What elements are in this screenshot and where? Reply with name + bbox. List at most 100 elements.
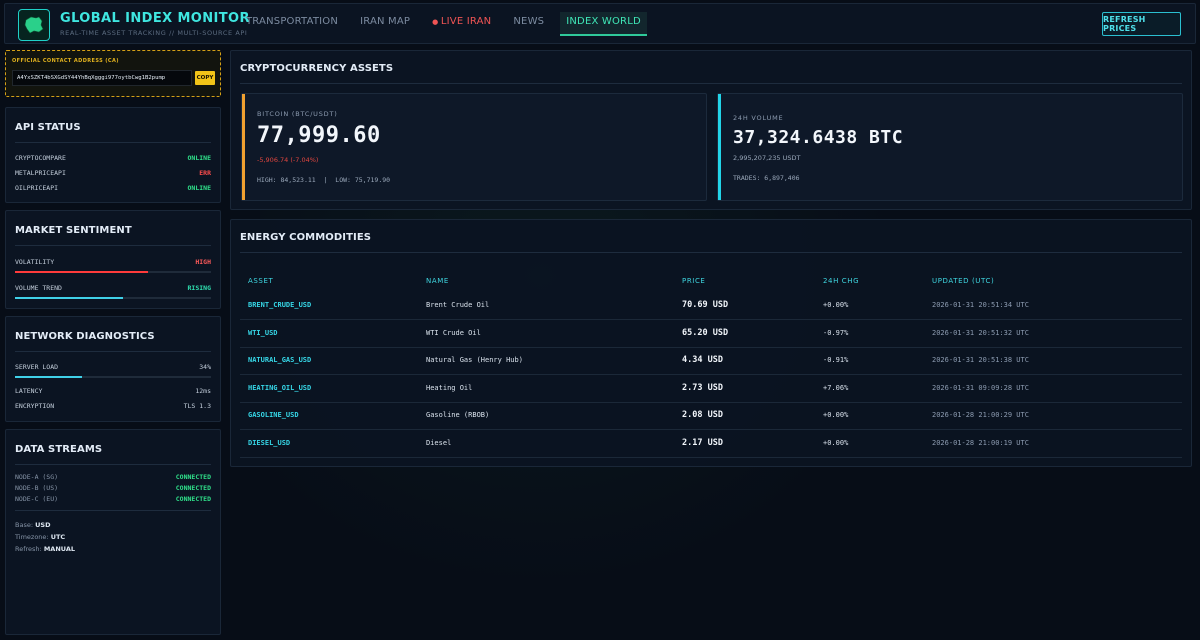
main-nav: TRANSPORTATION IRAN MAP ● LIVE IRAN NEWS… — [240, 12, 657, 36]
divider — [15, 245, 211, 246]
price-cell: 4.34 USD — [682, 355, 723, 365]
column-header-name[interactable]: NAME — [426, 277, 449, 285]
divider — [15, 510, 211, 511]
contract-address-box: OFFICIAL CONTACT ADDRESS (CA) A4YxSZKT4b… — [5, 50, 221, 97]
divider — [15, 142, 211, 143]
column-header-asset[interactable]: ASSET — [248, 277, 273, 285]
asset-cell: GASOLINE_USD — [248, 411, 299, 419]
copy-button[interactable]: COPY — [195, 71, 215, 85]
price-cell: 2.73 USD — [682, 382, 723, 393]
volume-trend-bar — [15, 297, 211, 299]
api-name: CRYPTOCOMPARE — [15, 154, 66, 162]
app-subtitle: REAL-TIME ASSET TRACKING // MULTI-SOURCE… — [60, 29, 248, 37]
market-sentiment-panel: MARKET SENTIMENT VOLATILITY HIGH VOLUME … — [5, 210, 221, 309]
refresh-prices-button[interactable]: REFRESH PRICES — [1102, 12, 1181, 36]
node-status: CONNECTED — [175, 473, 211, 481]
status-badge: ERR — [199, 169, 211, 177]
table-row[interactable]: WTI_USD WTI Crude Oil 65.20 USD -0.97% 2026-… — [240, 321, 1182, 348]
card-accent — [242, 94, 245, 200]
asset-cell: WTI_USD — [248, 328, 278, 337]
column-header-change[interactable]: 24H CHG — [823, 277, 859, 285]
volume-trades: TRADES: 6,897,406 — [733, 174, 800, 182]
separator: | — [323, 176, 328, 184]
change-cell: -0.97% — [823, 328, 849, 337]
volatility-value: HIGH — [195, 258, 211, 266]
table-row[interactable]: HEATING_OIL_USD Heating Oil 2.73 USD +7.06%… — [240, 376, 1182, 403]
volume-trend-bar-fill — [15, 297, 123, 299]
table-row[interactable]: BRENT_CRUDE_USD Brent Crude Oil 70.69 USD +… — [240, 293, 1182, 320]
latency-label: LATENCY — [15, 387, 43, 395]
nav-live-iran[interactable]: ● LIVE IRAN — [426, 12, 497, 36]
contract-label: OFFICIAL CONTACT ADDRESS (CA) — [12, 58, 119, 64]
table-row[interactable]: NATURAL_GAS_USD Natural Gas (Henry Hub) 4.… — [240, 348, 1182, 375]
volume-trend-value: RISING — [187, 284, 211, 292]
node-status: CONNECTED — [175, 484, 211, 492]
section-title: ENERGY COMMODITIES — [240, 232, 372, 243]
api-name: METALPRICEAPI — [15, 169, 66, 177]
price-cell: 70.69 USD — [682, 300, 729, 310]
data-streams-panel: DATA STREAMS NODE-A (SG) CONNECTED NODE-… — [5, 429, 221, 635]
latency-value: 12ms — [195, 387, 211, 395]
volatility-bar-fill — [15, 271, 149, 273]
volume-trend-label: VOLUME TREND — [15, 284, 62, 292]
btc-high-low: HIGH: 84,523.11 | LOW: 75,719.90 — [257, 176, 390, 184]
iran-map-logo-icon — [18, 9, 50, 41]
btc-label: BITCOIN (BTC/USDT) — [257, 110, 338, 118]
volume-value: 37,324.6438 BTC — [733, 127, 904, 148]
contract-address-field[interactable]: A4YxSZKT4bSXGdSY44YhBqXgggi977oytbCwg1B2… — [12, 70, 192, 86]
server-load-label: SERVER LOAD — [15, 363, 59, 371]
price-cell: 2.08 USD — [682, 410, 723, 420]
updated-cell: 2026-01-31 09:09:28 UTC — [932, 383, 1029, 392]
name-cell: WTI Crude Oil — [426, 328, 481, 337]
node-name: NODE-B (US) — [15, 484, 59, 492]
updated-cell: 2026-01-28 21:00:19 UTC — [932, 438, 1029, 447]
volume-usdt: 2,995,207,235 USDT — [733, 154, 801, 162]
volatility-label: VOLATILITY — [15, 258, 55, 266]
energy-commodities-section: ENERGY COMMODITIES ASSET NAME PRICE 24H … — [230, 219, 1192, 467]
divider — [15, 351, 211, 352]
btc-change: -5,906.74 (-7.04%) — [257, 156, 319, 164]
status-badge: ONLINE — [187, 154, 211, 162]
change-cell: +7.06% — [823, 383, 849, 392]
divider — [240, 252, 1182, 253]
change-cell: +0.00% — [823, 301, 849, 309]
node-name: NODE-C (EU) — [15, 495, 59, 503]
refresh-setting: Refresh: MANUAL — [15, 545, 76, 553]
price-cell: 2.17 USD — [682, 437, 723, 448]
change-cell: +0.00% — [823, 438, 849, 447]
top-header: GLOBAL INDEX MONITOR REAL-TIME ASSET TRA… — [4, 3, 1196, 44]
bitcoin-card: BITCOIN (BTC/USDT) 77,999.60 -5,906.74 (… — [241, 93, 707, 201]
app-title: GLOBAL INDEX MONITOR — [60, 11, 250, 26]
server-load-value: 34% — [199, 363, 211, 371]
divider — [15, 464, 211, 465]
base-setting: Base: USD — [15, 521, 51, 529]
btc-low: LOW: 75,719.90 — [335, 176, 391, 184]
nav-iran-map[interactable]: IRAN MAP — [354, 12, 416, 36]
nav-transportation[interactable]: TRANSPORTATION — [240, 12, 344, 36]
crypto-assets-section: CRYPTOCURRENCY ASSETS BITCOIN (BTC/USDT)… — [230, 50, 1192, 210]
nav-news[interactable]: NEWS — [507, 12, 550, 36]
api-name: OILPRICEAPI — [15, 184, 59, 192]
table-row[interactable]: DIESEL_USD Diesel 2.17 USD +0.00% 2026-01-28… — [240, 431, 1182, 458]
divider — [240, 83, 1182, 84]
column-header-updated[interactable]: UPDATED (UTC) — [932, 277, 994, 285]
panel-title: MARKET SENTIMENT — [15, 225, 132, 236]
name-cell: Natural Gas (Henry Hub) — [426, 356, 523, 364]
name-cell: Heating Oil — [426, 383, 473, 392]
updated-cell: 2026-01-31 20:51:34 UTC — [932, 301, 1029, 309]
panel-title: DATA STREAMS — [15, 444, 103, 455]
updated-cell: 2026-01-31 20:51:38 UTC — [932, 356, 1029, 364]
api-status-panel: API STATUS CRYPTOCOMPARE ONLINE METALPRI… — [5, 107, 221, 203]
node-status: CONNECTED — [175, 495, 211, 503]
name-cell: Diesel — [426, 438, 452, 447]
asset-cell: NATURAL_GAS_USD — [248, 356, 312, 364]
panel-title: API STATUS — [15, 122, 81, 133]
column-header-price[interactable]: PRICE — [682, 277, 705, 285]
volatility-bar — [15, 271, 211, 273]
updated-cell: 2026-01-31 20:51:32 UTC — [932, 328, 1029, 337]
table-row[interactable]: GASOLINE_USD Gasoline (RBOB) 2.08 USD +0.00… — [240, 403, 1182, 430]
nav-index-world[interactable]: INDEX WORLD — [560, 12, 647, 36]
server-load-bar — [15, 376, 211, 378]
node-name: NODE-A (SG) — [15, 473, 59, 481]
asset-cell: BRENT_CRUDE_USD — [248, 301, 312, 309]
